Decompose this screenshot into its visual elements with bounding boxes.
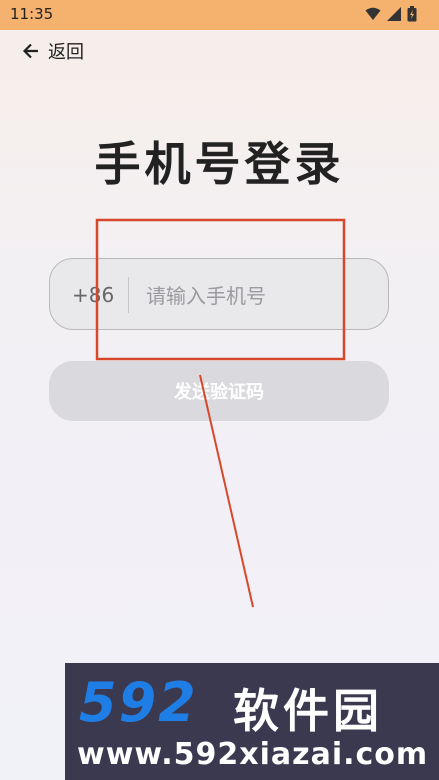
watermark-logo: 592 软件园 www.592xiazai.com bbox=[65, 663, 439, 780]
watermark-name: 软件园 bbox=[233, 684, 383, 738]
annotation-box bbox=[95, 218, 346, 361]
watermark-url: www.592xiazai.com bbox=[77, 737, 429, 772]
watermark-number: 592 bbox=[79, 671, 198, 734]
annotation-line bbox=[199, 374, 254, 608]
